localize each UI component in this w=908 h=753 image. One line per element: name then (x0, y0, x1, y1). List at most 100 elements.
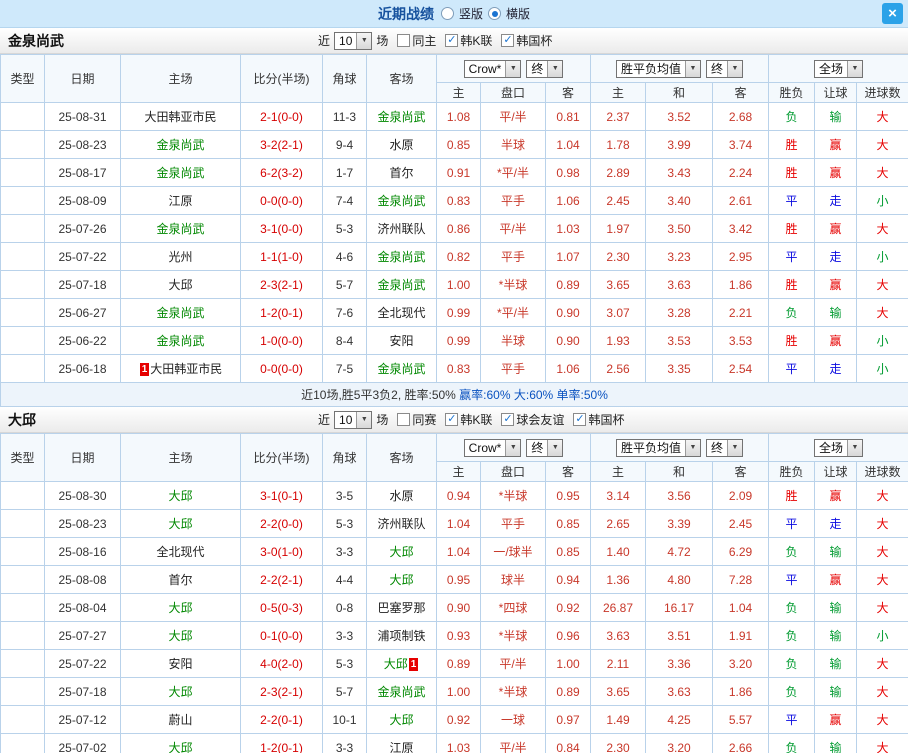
match-date: 25-08-30 (44, 481, 121, 510)
final-handicap-select[interactable]: 终 ▼ (526, 59, 564, 78)
away-team: 首尔 (366, 158, 437, 187)
dropdown-value: 全场 (819, 62, 844, 76)
filter-checkbox-0-checkbox[interactable] (397, 34, 411, 47)
filter-checkbox-1: ✓ 韩K联 (445, 411, 492, 428)
home-team: 首尔 (120, 565, 241, 594)
close-button[interactable]: × (882, 3, 903, 24)
filter-checkbox-2-checkbox[interactable]: ✓ (501, 34, 515, 47)
goals-result: 大 (856, 649, 908, 678)
league-badge: 韩K联 (0, 270, 45, 299)
dropdown-value: 胜平负均值 (620, 62, 681, 76)
topbar: 近期战绩 竖版 横版 × (0, 0, 908, 28)
layout-radio-vertical[interactable] (440, 7, 454, 20)
match-row: 韩K联 25-08-31 大田韩亚市民 2-1(0-0) 11-3 金泉尚武 1.08 平/半… (0, 102, 908, 131)
filter-checkbox-1-checkbox[interactable]: ✓ (445, 34, 459, 47)
loss-odds: 2.21 (711, 298, 770, 327)
col-subheader: 让球 (814, 461, 858, 482)
goals-result: 大 (856, 677, 908, 706)
win-odds: 2.56 (590, 354, 646, 383)
match-date: 25-08-04 (44, 593, 121, 622)
handicap-result: 赢 (814, 705, 858, 734)
filter-checkbox-3-checkbox[interactable]: ✓ (573, 413, 587, 426)
filter-checkbox-2-checkbox[interactable]: ✓ (501, 413, 515, 426)
handicap-away-odds: 0.98 (545, 158, 591, 187)
league-badge: 韩K联 (0, 354, 45, 383)
handicap-result: 输 (814, 593, 858, 622)
handicap-away-odds: 1.06 (545, 186, 591, 215)
final-europe-select[interactable]: 终 ▼ (706, 438, 744, 457)
loss-odds: 7.28 (711, 565, 770, 594)
win-odds: 3.65 (590, 270, 646, 299)
league-badge: 韩K联 (0, 186, 45, 215)
handicap-home-odds: 0.99 (436, 326, 481, 355)
filter-checkbox-1: ✓ 韩K联 (445, 32, 492, 49)
match-row: 韩K联 25-08-08 首尔 2-2(2-1) 4-4 大邱 0.95 球半 0.94 1.36… (0, 565, 908, 594)
handicap-home-odds: 1.04 (436, 509, 481, 538)
col-header: 比分(半场) (240, 54, 323, 103)
match-row: 韩K联 25-07-22 光州 1-1(1-0) 4-6 金泉尚武 0.82 平手 1.07 2.… (0, 242, 908, 271)
team-label: 金泉尚武 (377, 362, 426, 376)
team-label: 巴塞罗那 (377, 601, 426, 615)
handicap-line: 半球 (480, 326, 546, 355)
team-label: 蔚山 (168, 713, 193, 727)
chevron-down-icon: ▼ (685, 439, 700, 456)
final-europe-select[interactable]: 终 ▼ (706, 59, 744, 78)
col-header: 类型 (0, 433, 45, 482)
handicap-away-odds: 0.89 (545, 677, 591, 706)
filter-checkbox-2: ✓ 球会友谊 (501, 411, 564, 428)
league-badge: 球会友谊 (0, 593, 45, 622)
handicap-away-odds: 1.06 (545, 354, 591, 383)
final-handicap-select[interactable]: 终 ▼ (526, 438, 564, 457)
team-label: 水原 (389, 138, 414, 152)
home-team: 金泉尚武 (120, 298, 241, 327)
win-odds: 3.07 (590, 298, 646, 327)
goals-result: 大 (856, 593, 908, 622)
europe-odds-select[interactable]: 胜平负均值 ▼ (615, 438, 701, 457)
win-odds: 1.78 (590, 130, 646, 159)
scope-select[interactable]: 全场 ▼ (814, 438, 864, 457)
col-subheader: 让球 (814, 82, 858, 103)
loss-odds: 2.54 (711, 354, 770, 383)
layout-radio-horizontal[interactable] (488, 7, 501, 20)
chevron-down-icon: ▼ (685, 60, 700, 77)
goals-result: 大 (856, 298, 908, 327)
draw-odds: 3.51 (645, 621, 713, 650)
team-label: 金泉尚武 (156, 334, 205, 348)
handicap-result: 走 (814, 186, 858, 215)
col-subheader: 胜负 (768, 461, 816, 482)
layout-radio-label: 竖版 (458, 7, 483, 21)
handicap-line: *四球 (480, 593, 546, 622)
match-count-select[interactable]: 10 ▼ (334, 31, 373, 50)
team-label: 大田韩亚市民 (144, 110, 217, 124)
handicap-away-odds: 1.07 (545, 242, 591, 271)
chevron-down-icon: ▼ (505, 60, 521, 77)
filter-checkbox-0-checkbox[interactable] (397, 413, 411, 426)
goals-result: 大 (856, 733, 908, 753)
match-count-select[interactable]: 10 ▼ (334, 410, 373, 429)
win-odds: 2.65 (590, 509, 646, 538)
bookmaker-select[interactable]: Crow* ▼ (463, 438, 522, 457)
handicap-home-odds: 1.04 (436, 537, 481, 566)
team-label: 全北现代 (377, 306, 426, 320)
recent-results-panel: 近期战绩 竖版 横版 × 金泉尚武近 10 ▼ 场同主 ✓ 韩K联 ✓ 韩国杯 类型 日期 主场 比分(… (0, 0, 908, 753)
corner-score: 5-3 (322, 214, 367, 243)
bookmaker-select[interactable]: Crow* ▼ (463, 59, 522, 78)
team-label: 全北现代 (156, 545, 205, 559)
match-date: 25-06-22 (44, 326, 121, 355)
team-label: 首尔 (168, 573, 193, 587)
result: 负 (768, 102, 816, 131)
score: 2-3(2-1) (240, 270, 323, 299)
score: 1-2(0-1) (240, 733, 323, 753)
scope-select[interactable]: 全场 ▼ (814, 59, 864, 78)
draw-odds: 3.20 (645, 733, 713, 753)
match-date: 25-08-08 (44, 565, 121, 594)
result: 负 (768, 537, 816, 566)
europe-odds-select[interactable]: 胜平负均值 ▼ (615, 59, 701, 78)
match-row: 韩K联 25-08-09 江原 0-0(0-0) 7-4 金泉尚武 0.83 平手 1.06 2.… (0, 186, 908, 215)
league-badge: 韩K联 (0, 509, 45, 538)
handicap-away-odds: 0.96 (545, 621, 591, 650)
draw-odds: 4.80 (645, 565, 713, 594)
col-header: 角球 (322, 433, 367, 482)
corner-score: 5-3 (322, 509, 367, 538)
filter-checkbox-1-checkbox[interactable]: ✓ (445, 413, 459, 426)
